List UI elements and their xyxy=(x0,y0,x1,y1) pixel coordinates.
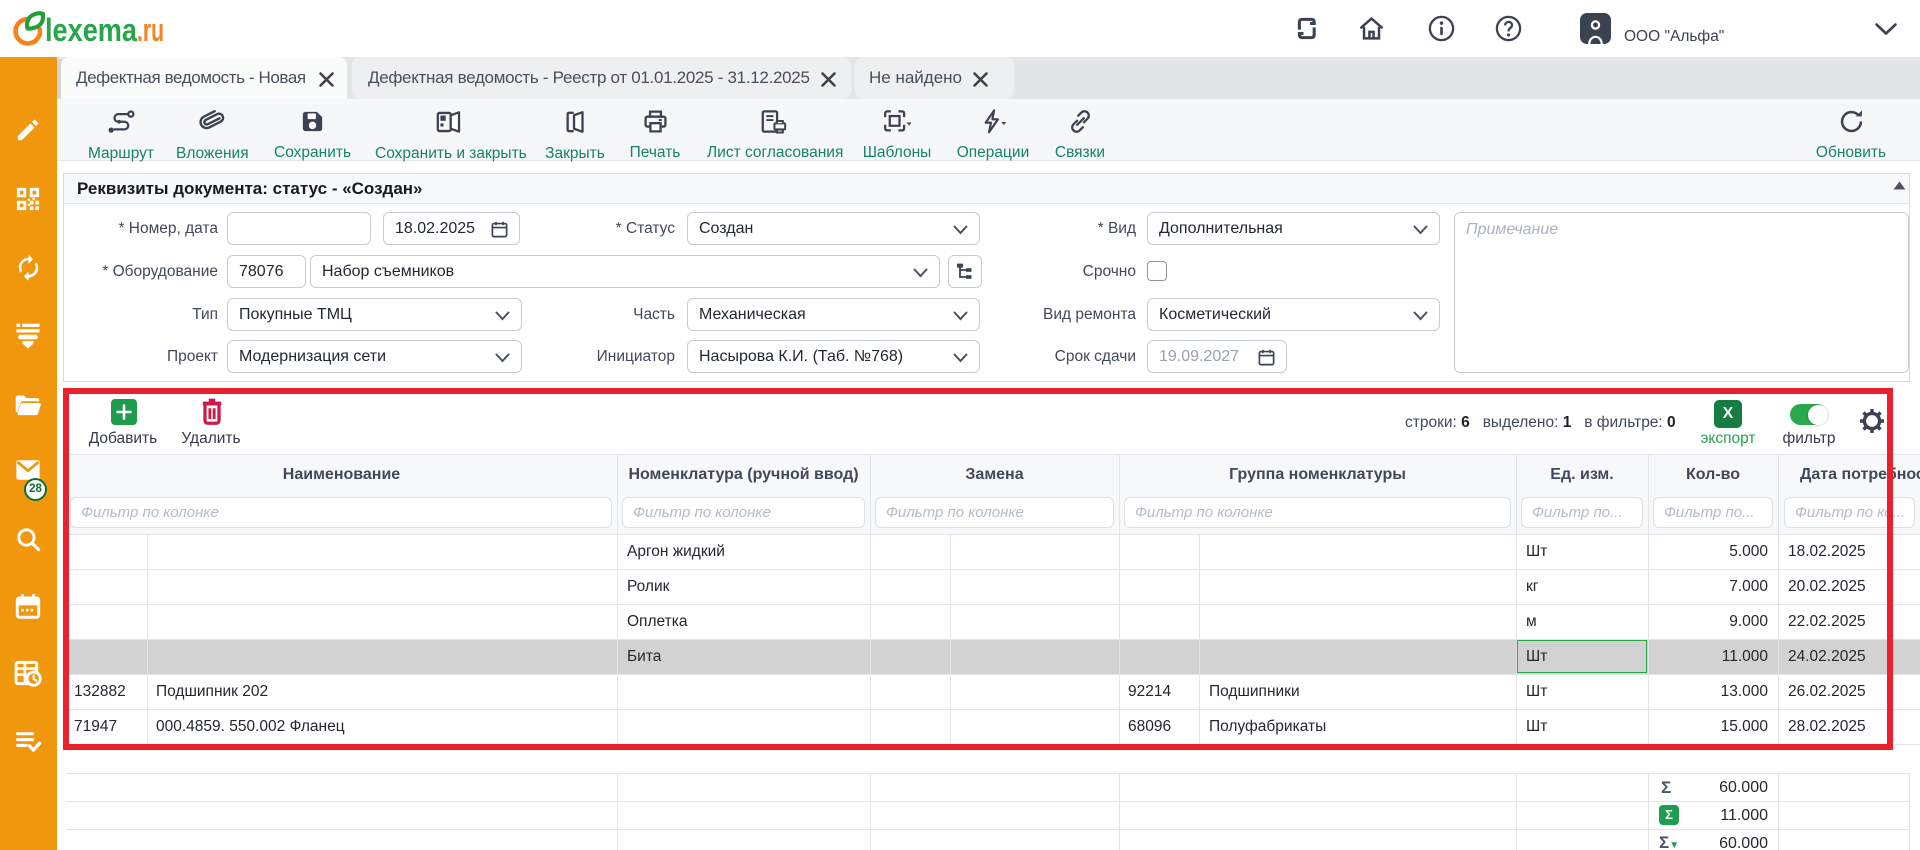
svg-text:lexema: lexema xyxy=(45,12,137,48)
svg-text:.ru: .ru xyxy=(137,12,164,48)
